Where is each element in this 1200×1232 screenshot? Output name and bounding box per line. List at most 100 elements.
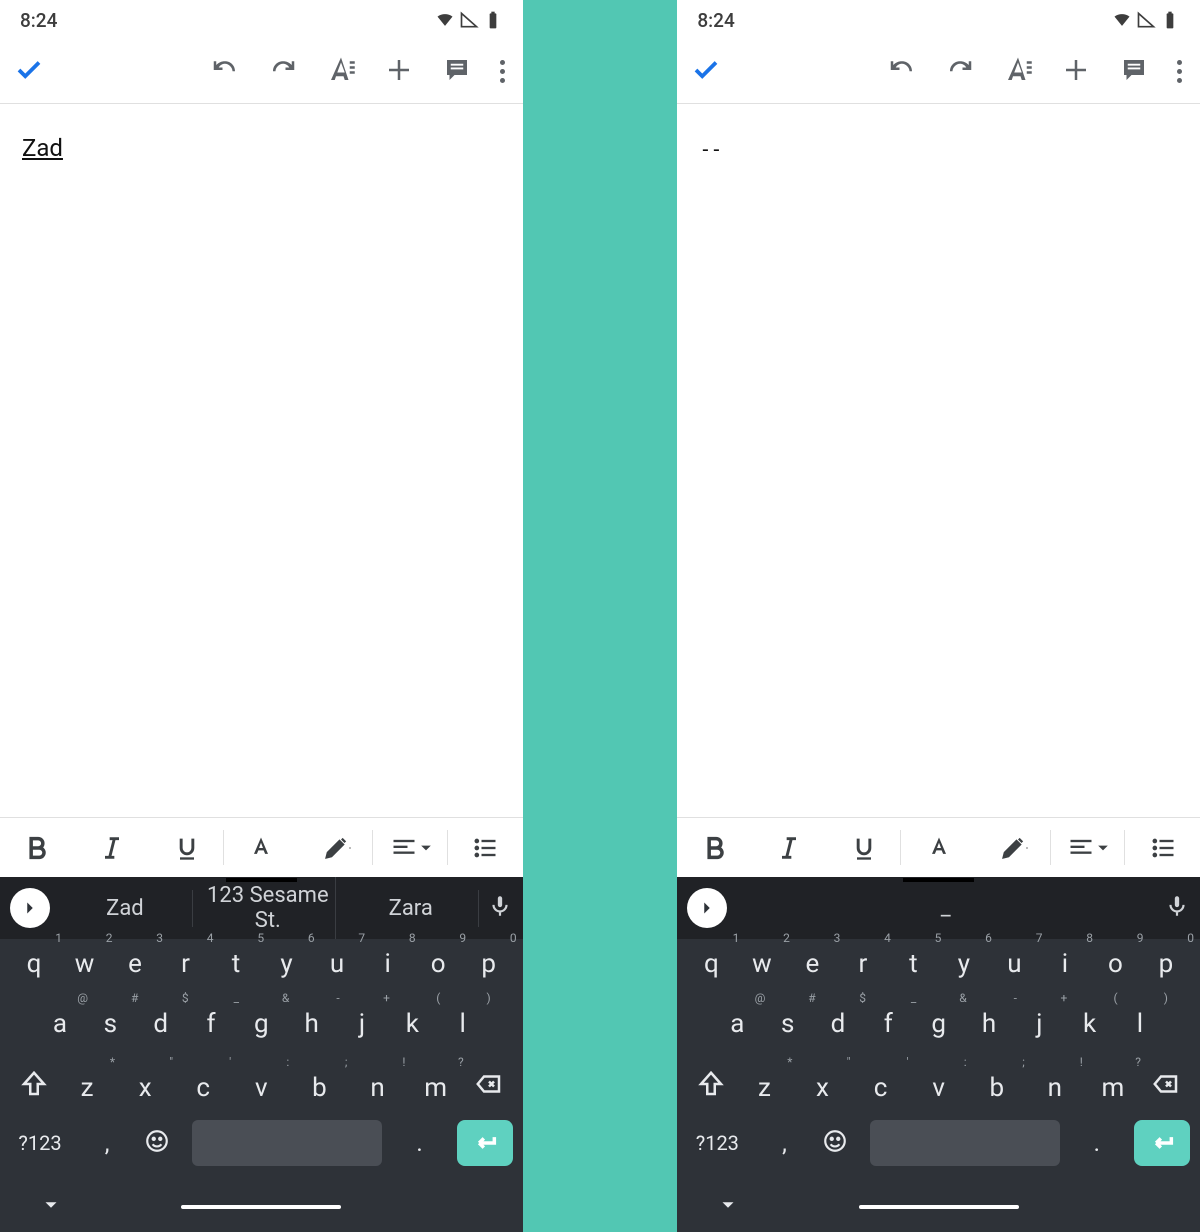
comma-key[interactable]: ,	[92, 1129, 122, 1157]
underline-button[interactable]	[827, 818, 902, 877]
key-r[interactable]: r4	[839, 949, 887, 979]
key-t[interactable]: t5	[889, 949, 937, 979]
list-button[interactable]	[1125, 818, 1200, 877]
bold-button[interactable]	[0, 818, 75, 877]
key-b[interactable]: b;	[295, 1073, 343, 1103]
key-s[interactable]: s#	[764, 1009, 812, 1039]
key-l[interactable]: l)	[1116, 1009, 1164, 1039]
collapse-keyboard-button[interactable]	[717, 1194, 739, 1220]
key-n[interactable]: n!	[1031, 1073, 1079, 1103]
key-h[interactable]: h-	[965, 1009, 1013, 1039]
italic-button[interactable]	[752, 818, 827, 877]
key-n[interactable]: n!	[354, 1073, 402, 1103]
undo-button[interactable]	[210, 55, 240, 89]
shift-key[interactable]	[687, 1069, 735, 1106]
key-y[interactable]: y6	[263, 949, 311, 979]
space-key[interactable]	[192, 1120, 382, 1166]
voice-input-button[interactable]	[1164, 893, 1190, 923]
key-a[interactable]: a@	[36, 1009, 84, 1039]
key-p[interactable]: p0	[1142, 949, 1190, 979]
period-key[interactable]: .	[1082, 1129, 1112, 1157]
key-f[interactable]: f_	[864, 1009, 912, 1039]
insert-button[interactable]	[384, 55, 414, 89]
key-v[interactable]: v:	[915, 1073, 963, 1103]
space-key[interactable]	[870, 1120, 1060, 1166]
underline-button[interactable]	[149, 818, 224, 877]
key-r[interactable]: r4	[162, 949, 210, 979]
key-l[interactable]: l)	[439, 1009, 487, 1039]
key-u[interactable]: u7	[313, 949, 361, 979]
key-c[interactable]: c'	[179, 1073, 227, 1103]
font-color-button[interactable]	[224, 818, 299, 877]
key-e[interactable]: e3	[788, 949, 836, 979]
comma-key[interactable]: ,	[769, 1129, 799, 1157]
key-j[interactable]: j+	[1015, 1009, 1063, 1039]
redo-button[interactable]	[268, 55, 298, 89]
voice-input-button[interactable]	[487, 893, 513, 923]
suggestion-2[interactable]: 123 Sesame St.	[201, 877, 336, 939]
collapse-keyboard-button[interactable]	[40, 1194, 62, 1220]
key-d[interactable]: d$	[814, 1009, 862, 1039]
text-format-button[interactable]	[1003, 55, 1033, 89]
key-u[interactable]: u7	[990, 949, 1038, 979]
align-button[interactable]	[373, 818, 448, 877]
suggestion-1[interactable]: _	[735, 890, 1156, 927]
key-k[interactable]: k(	[1066, 1009, 1114, 1039]
key-e[interactable]: e3	[111, 949, 159, 979]
font-color-button[interactable]	[901, 818, 976, 877]
symbols-key[interactable]: ?123	[10, 1131, 70, 1155]
suggestion-3[interactable]: Zara	[344, 890, 479, 927]
insert-button[interactable]	[1061, 55, 1091, 89]
italic-button[interactable]	[75, 818, 150, 877]
key-x[interactable]: x"	[798, 1073, 846, 1103]
key-i[interactable]: i8	[364, 949, 412, 979]
bold-button[interactable]	[677, 818, 752, 877]
text-format-button[interactable]	[326, 55, 356, 89]
key-q[interactable]: q1	[10, 949, 58, 979]
key-d[interactable]: d$	[137, 1009, 185, 1039]
key-x[interactable]: x"	[121, 1073, 169, 1103]
key-b[interactable]: b;	[973, 1073, 1021, 1103]
document-area[interactable]: --	[677, 104, 1200, 817]
key-s[interactable]: s#	[86, 1009, 134, 1039]
key-p[interactable]: p0	[465, 949, 513, 979]
home-handle[interactable]	[181, 1205, 341, 1209]
more-button[interactable]	[500, 60, 505, 83]
align-button[interactable]	[1051, 818, 1126, 877]
undo-button[interactable]	[887, 55, 917, 89]
done-button[interactable]	[14, 55, 44, 89]
enter-key[interactable]	[1134, 1120, 1190, 1166]
key-a[interactable]: a@	[713, 1009, 761, 1039]
key-z[interactable]: z*	[63, 1073, 111, 1103]
emoji-key[interactable]	[822, 1128, 848, 1158]
key-c[interactable]: c'	[857, 1073, 905, 1103]
key-g[interactable]: g&	[237, 1009, 285, 1039]
key-w[interactable]: w2	[61, 949, 109, 979]
shift-key[interactable]	[10, 1069, 58, 1106]
key-k[interactable]: k(	[388, 1009, 436, 1039]
highlight-button[interactable]	[299, 818, 374, 877]
backspace-key[interactable]	[465, 1069, 513, 1106]
key-j[interactable]: j+	[338, 1009, 386, 1039]
key-v[interactable]: v:	[237, 1073, 285, 1103]
period-key[interactable]: .	[405, 1129, 435, 1157]
key-o[interactable]: o9	[414, 949, 462, 979]
comment-button[interactable]	[442, 55, 472, 89]
key-m[interactable]: m?	[412, 1073, 460, 1103]
key-o[interactable]: o9	[1091, 949, 1139, 979]
key-m[interactable]: m?	[1089, 1073, 1137, 1103]
key-i[interactable]: i8	[1041, 949, 1089, 979]
key-g[interactable]: g&	[915, 1009, 963, 1039]
symbols-key[interactable]: ?123	[687, 1131, 747, 1155]
enter-key[interactable]	[457, 1120, 513, 1166]
redo-button[interactable]	[945, 55, 975, 89]
expand-suggestions-button[interactable]	[10, 888, 50, 928]
list-button[interactable]	[448, 818, 523, 877]
home-handle[interactable]	[859, 1205, 1019, 1209]
document-area[interactable]: Zad	[0, 104, 523, 817]
key-w[interactable]: w2	[738, 949, 786, 979]
highlight-button[interactable]	[976, 818, 1051, 877]
backspace-key[interactable]	[1142, 1069, 1190, 1106]
suggestion-1[interactable]: Zad	[58, 890, 193, 927]
key-t[interactable]: t5	[212, 949, 260, 979]
